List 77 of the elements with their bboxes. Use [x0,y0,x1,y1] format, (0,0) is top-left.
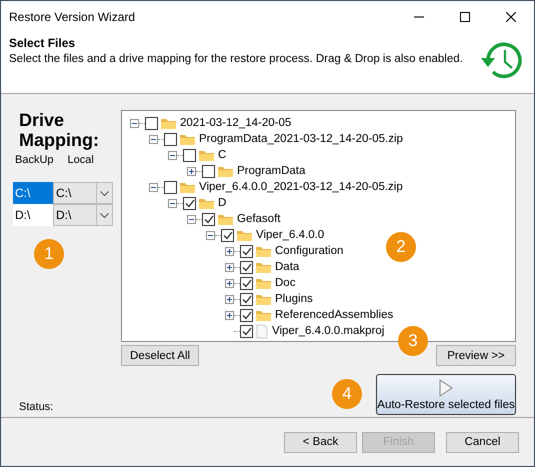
folder-icon [255,244,272,258]
folder-icon [255,276,272,290]
tree-item-label[interactable]: Viper_6.4.0.0 [256,229,324,241]
tree-item-label[interactable]: Data [275,261,300,273]
local-drive-dropdown[interactable]: C:\ [53,182,113,204]
checkbox[interactable] [183,196,196,210]
folder-icon [160,116,177,130]
file-icon [255,324,269,338]
folder-icon [255,308,272,322]
tree-item-label[interactable]: C [218,149,226,161]
expander-icon[interactable] [225,310,234,320]
expander-icon[interactable] [168,198,177,208]
folder-icon [198,148,215,162]
expander-icon[interactable] [225,294,234,304]
play-icon [439,379,453,397]
expander-icon[interactable] [225,262,234,272]
tree-item-label[interactable]: ReferencedAssemblies [275,309,394,321]
auto-restore-button[interactable]: Auto-Restore selected files [376,374,516,415]
tree-item-label[interactable]: ProgramData [237,165,306,177]
checkbox[interactable] [183,148,196,162]
expander-icon[interactable] [130,118,139,128]
deselect-all-button[interactable]: Deselect All [121,345,200,366]
column-header: BackUp [15,154,54,166]
expander-icon[interactable] [187,214,196,224]
checkbox[interactable] [240,324,253,338]
column-header: Local [68,154,94,166]
chevron-down-icon [100,190,109,196]
expander-icon[interactable] [225,278,234,288]
step-number-badge: 3 [398,326,428,356]
tree-item-label[interactable]: Configuration [275,245,344,257]
drive-mapping-title: Drive Mapping: [18,110,100,150]
tree-item-label[interactable]: Gefasoft [237,213,280,225]
expander-icon[interactable] [149,134,158,144]
checkbox[interactable] [240,244,253,258]
window-title: Restore Version Wizard [9,10,136,24]
folder-icon [217,212,234,226]
local-drive-dropdown[interactable]: D:\ [53,204,113,226]
folder-icon [179,132,196,146]
expander-icon[interactable] [168,150,177,160]
checkbox[interactable] [164,132,177,146]
tree-item-label[interactable]: ProgramData_2021-03-12_14-20-05.zip [199,133,403,145]
checkbox[interactable] [240,308,253,322]
expander-icon[interactable] [206,230,215,240]
folder-icon [217,164,234,178]
checkbox[interactable] [221,228,234,242]
chevron-down-icon [100,212,109,218]
step-number-badge: 4 [332,379,362,409]
tree-item-label[interactable]: 2021-03-12_14-20-05 [180,117,292,129]
backup-drive-cell[interactable]: C:\ [13,182,53,204]
tree-item-label[interactable]: Viper_6.4.0.0_2021-03-12_14-20-05.zip [199,181,403,193]
preview-button[interactable]: Preview >> [436,345,516,366]
step-number-badge: 1 [34,239,64,269]
tree-item-label[interactable]: Plugins [275,293,313,305]
checkbox[interactable] [240,292,253,306]
page-description: Select the files and a drive mapping for the restore process. Drag & Drop is also enabled. [9,53,464,65]
status-label: Status: [18,401,54,413]
tree-item-label[interactable]: Doc [275,277,296,289]
expander-icon[interactable] [187,166,196,176]
wizard-button[interactable]: Cancel [446,432,519,452]
tree-item-label[interactable]: Viper_6.4.0.0.makproj [272,325,384,337]
checkbox[interactable] [240,276,253,290]
checkbox[interactable] [145,116,158,130]
checkbox[interactable] [164,180,177,194]
folder-icon [236,228,253,242]
folder-icon [179,180,196,194]
folder-icon [255,292,272,306]
expander-icon[interactable] [225,246,234,256]
checkbox[interactable] [202,212,215,226]
tree-item-label[interactable]: D [218,197,226,209]
backup-drive-cell[interactable]: D:\ [13,204,53,226]
checkbox[interactable] [202,164,215,178]
folder-icon [198,196,215,210]
folder-icon [255,260,272,274]
expander-icon[interactable] [149,182,158,192]
checkbox[interactable] [240,260,253,274]
wizard-button[interactable]: < Back [284,432,357,452]
page-title: Select Files [9,36,76,50]
